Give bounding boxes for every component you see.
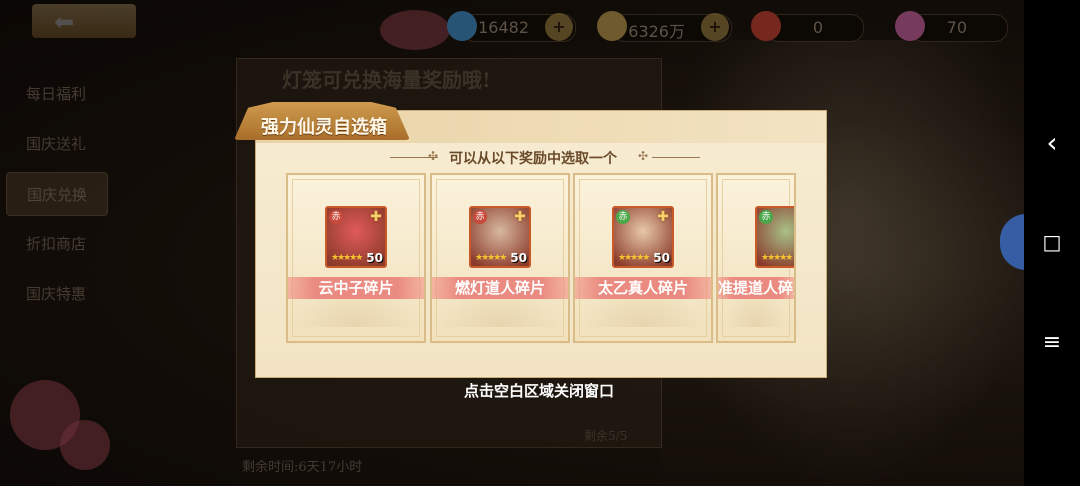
reward-card[interactable]: 赤 ✚ ★★★★★ 50 云中子碎片 [286, 173, 426, 343]
grade-badge: 赤 [616, 210, 630, 224]
fragment-icon: ✚ [370, 209, 382, 225]
star-rating-icon: ★★★★★ [618, 253, 650, 263]
item-count: 50 [366, 251, 383, 265]
item-count: 50 [510, 251, 527, 265]
reward-card[interactable]: 赤 ✚ ★★★★★ 50 燃灯道人碎片 [430, 173, 570, 343]
nav-home-button[interactable]: □ [1024, 230, 1080, 254]
item-count: 50 [653, 251, 670, 265]
hero-portrait: 赤 ✚ ★★★★★50 [325, 206, 387, 268]
reward-card[interactable]: 赤 ✚ ★★★★★ 50 太乙真人碎片 [573, 173, 713, 343]
star-rating-icon: ★★★★★ [761, 253, 793, 263]
popup-subtitle: 可以从以下奖励中选取一个 [449, 151, 617, 167]
item-name: 准提道人碎片 [718, 279, 794, 297]
divider [652, 157, 700, 158]
system-nav-bar: ‹ □ ≡ [1024, 0, 1080, 486]
star-rating-icon: ★★★★★ [331, 253, 363, 263]
nav-back-button[interactable]: ‹ [1024, 126, 1080, 159]
ornament-icon: ✣ [428, 149, 439, 163]
hero-portrait: 赤 ✚ ★★★★★50 [469, 206, 531, 268]
reward-card[interactable]: 赤✚★★★★★50 准提道人碎片 [716, 173, 796, 343]
fragment-icon: ✚ [657, 209, 669, 225]
nav-menu-button[interactable]: ≡ [1024, 330, 1080, 355]
close-hint: 点击空白区域关闭窗口 [464, 382, 615, 400]
popup-title: 强力仙灵自选箱 [261, 117, 387, 138]
hero-portrait: 赤 ✚ ★★★★★50 [612, 206, 674, 268]
ornament-icon: ✣ [638, 149, 649, 163]
star-rating-icon: ★★★★★ [475, 253, 507, 263]
item-name: 燃灯道人碎片 [454, 279, 545, 297]
grade-badge: 赤 [329, 210, 343, 224]
hero-portrait: 赤✚★★★★★50 [755, 206, 794, 268]
item-name: 云中子碎片 [318, 279, 394, 297]
grade-badge: 赤 [759, 210, 773, 224]
fragment-icon: ✚ [514, 209, 526, 225]
item-name: 太乙真人碎片 [597, 279, 688, 297]
grade-badge: 赤 [473, 210, 487, 224]
